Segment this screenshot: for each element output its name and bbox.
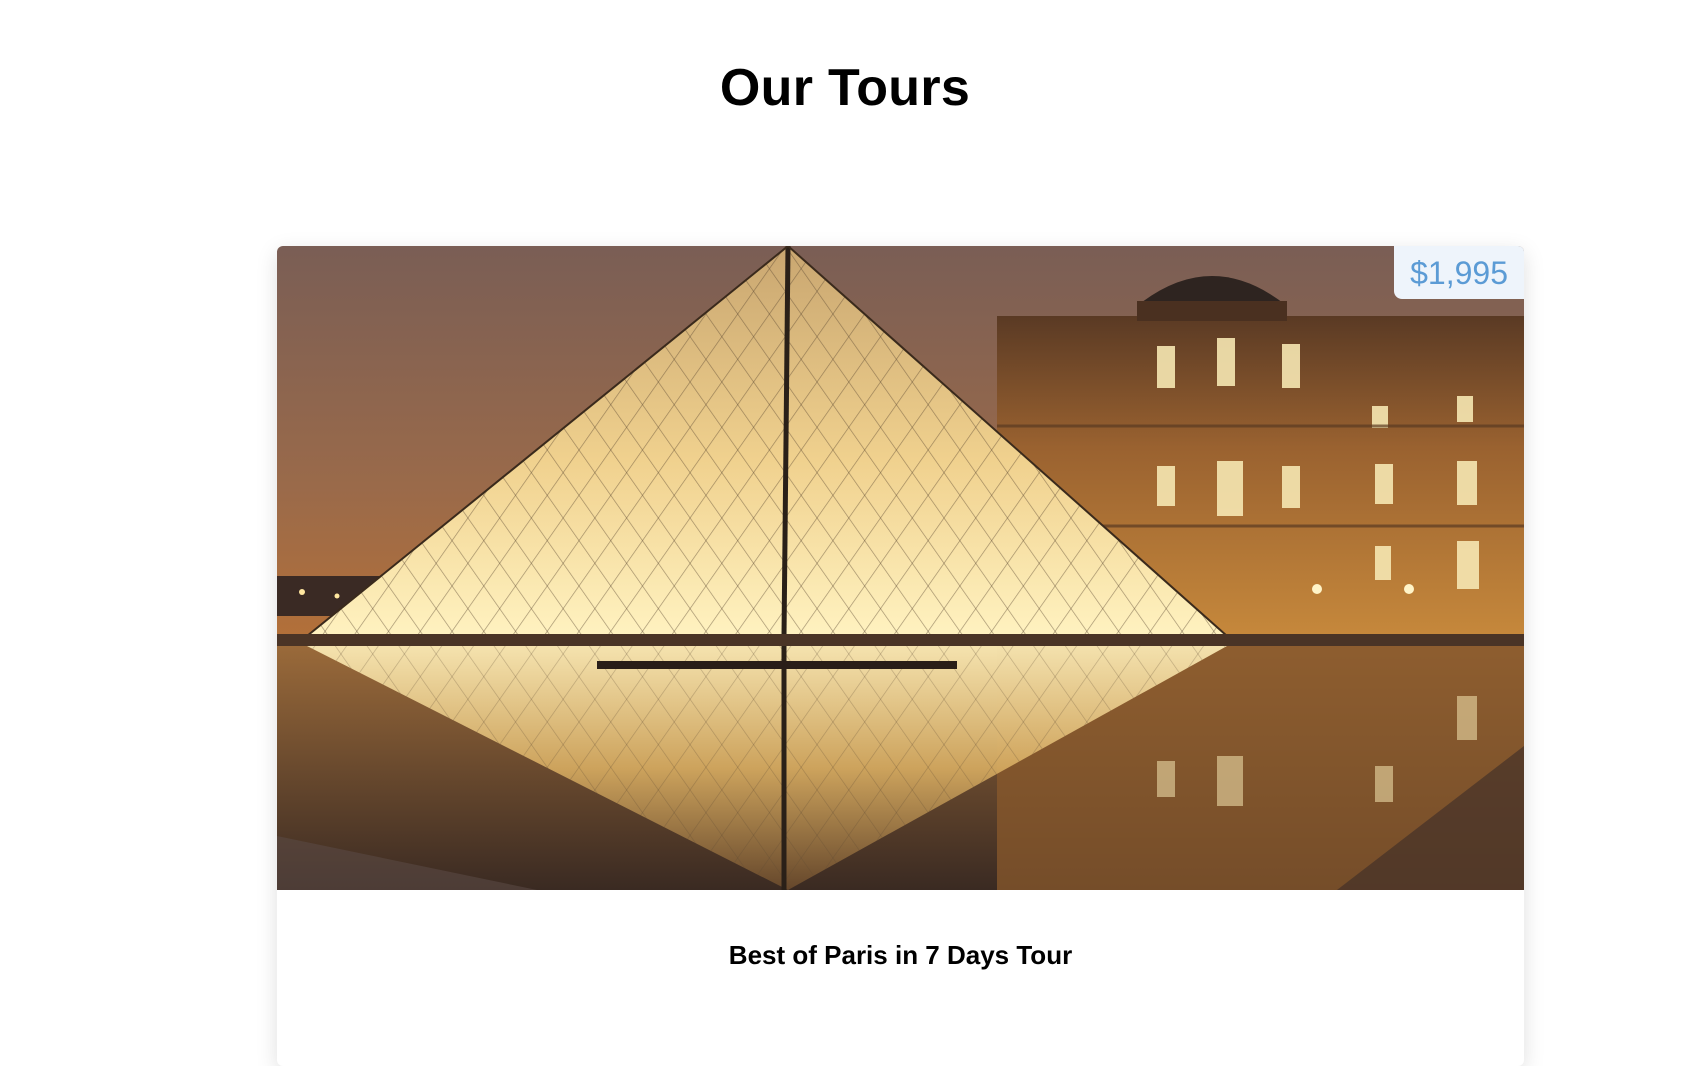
tour-title[interactable]: Best of Paris in 7 Days Tour [277,940,1524,971]
price-badge: $1,995 [1394,246,1524,299]
tour-image[interactable] [277,246,1524,890]
page-title: Our Tours [719,59,971,117]
tour-card[interactable]: $1,995 Best of Paris in 7 Days Tour [277,246,1524,1066]
